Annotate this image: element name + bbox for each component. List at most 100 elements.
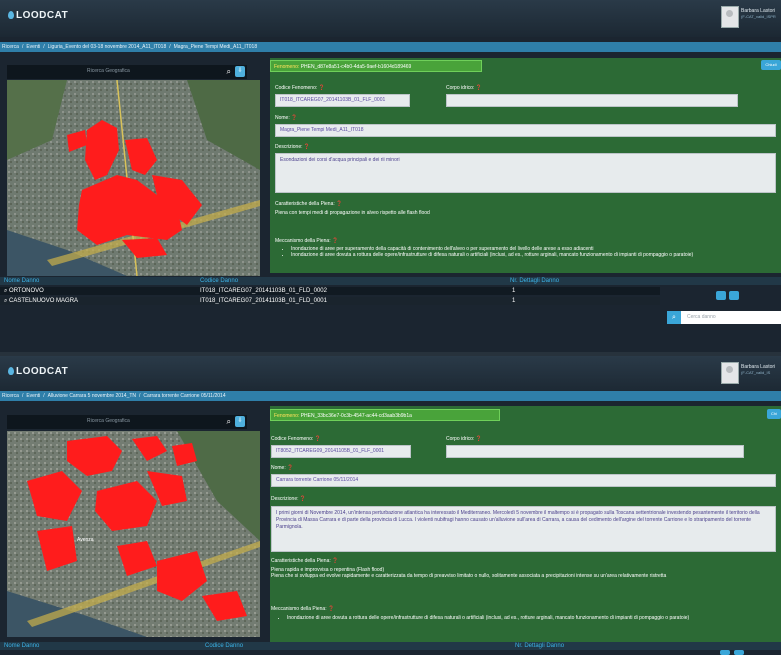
col-nr-dettagli[interactable]: Nr. Dettagli Danno xyxy=(515,642,564,650)
nome-label: Nome: ❓ xyxy=(271,465,294,471)
edit-icon[interactable] xyxy=(716,291,726,300)
breadcrumb-fenomeno: Carrara torrente Carrione 05/11/2014 xyxy=(143,393,226,399)
map-canvas[interactable]: Avenza xyxy=(7,431,260,637)
caratteristiche-values: Piena rapida e improvvisa o repentina (F… xyxy=(271,567,776,579)
logo-text: LOODCAT xyxy=(16,10,69,21)
meccanismo-list: Inondazione di aree dovuta a rottura del… xyxy=(271,615,776,621)
fenomeno-label: Fenomeno: xyxy=(274,413,300,419)
user-role: (F-CAT_valid_IS xyxy=(741,370,771,375)
map-label: Avenza xyxy=(77,537,94,543)
cell-codice: IT018_ITCAREG07_20141103B_01_FLD_0001 xyxy=(200,298,327,304)
breadcrumb-ricerca[interactable]: Ricerca xyxy=(2,44,19,50)
col-nome-danno[interactable]: Nome Danno xyxy=(4,642,39,650)
breadcrumb: Ricerca / Eventi / Liguria_Evento del 03-18 … xyxy=(0,42,781,52)
nome-field[interactable]: Magra_Piene Tempi Medi_A11_IT018 xyxy=(275,124,776,137)
close-button[interactable]: Chi xyxy=(767,409,781,419)
meccanismo-item: Inondazione di aree dovuta a rottura del… xyxy=(287,615,776,621)
caratteristiche-value: Piena che si sviluppa ed evolve rapidame… xyxy=(271,573,667,579)
breadcrumb-sep: / xyxy=(139,393,141,399)
map-view[interactable] xyxy=(7,80,260,276)
search-icon[interactable]: ⌕ xyxy=(227,417,231,427)
delete-icon[interactable] xyxy=(729,291,739,300)
fenomeno-id-bar: Fenomeno: PHEN_33bc36e7-0c3b-4547-ac44-c… xyxy=(270,409,500,421)
search-icon[interactable]: ⌕ xyxy=(227,67,231,77)
avatar xyxy=(721,6,739,28)
map-search-placeholder[interactable]: Ricerca Geografica xyxy=(87,418,130,424)
corpo-idrico-field[interactable] xyxy=(446,445,744,458)
download-icon[interactable]: ⇩ xyxy=(235,66,245,77)
download-icon[interactable]: ⇩ xyxy=(235,416,245,427)
map-view[interactable]: Avenza xyxy=(7,431,260,637)
user-menu[interactable]: Barbara Lastori (F-CAT_valid_IS xyxy=(711,362,781,386)
caratteristiche-label: Caratteristiche della Piena: ❓ xyxy=(275,201,343,207)
logo-text: LOODCAT xyxy=(16,366,69,377)
user-info: Barbara Lastori (F-CAT_valid_IS xyxy=(741,364,781,376)
breadcrumb-eventi[interactable]: Eventi xyxy=(26,393,40,399)
fenomeno-label: Fenomeno: xyxy=(274,64,300,70)
screenshot-bottom: LOODCAT Barbara Lastori (F-CAT_valid_IS R… xyxy=(0,356,781,655)
map-search-placeholder[interactable]: Ricerca Geografica xyxy=(87,68,130,74)
user-info: Barbara Lastori (F-CAT_valid_ISPR xyxy=(741,8,781,20)
table-row[interactable]: ⌕ ORTONOVO IT018_ITCAREG07_20141103B_01_… xyxy=(0,287,660,295)
corpo-idrico-field[interactable] xyxy=(446,94,738,107)
delete-icon[interactable] xyxy=(734,650,744,655)
meccanismo-list: Inondazione di aree per superamento dell… xyxy=(275,246,775,258)
drop-icon xyxy=(8,11,14,19)
descrizione-field[interactable]: Esondazioni dei corsi d'acqua principali… xyxy=(275,153,776,193)
drop-icon xyxy=(8,367,14,375)
map-search-bar[interactable]: Ricerca Geografica ⌕ ⇩ xyxy=(7,65,247,79)
corpo-idrico-label: Corpo idrico: ❓ xyxy=(446,85,482,91)
codice-fenomeno-field[interactable]: IT8052_ITCAREG09_20141105B_01_FLF_0001 xyxy=(271,445,411,458)
col-nr-dettagli[interactable]: Nr. Dettagli Danno xyxy=(510,277,559,285)
fenomeno-value: PHEN_33bc36e7-0c3b-4547-ac44-cd3aab3b9b1… xyxy=(300,413,412,419)
breadcrumb-sep: / xyxy=(43,44,45,50)
top-navbar: LOODCAT Barbara Lastori (F-CAT_valid_IS xyxy=(0,356,781,393)
nome-field[interactable]: Carrara torrente Carrione 05/11/2014 xyxy=(271,474,776,487)
table-header: Nome Danno Codice Danno Nr. Dettagli Dan… xyxy=(0,642,781,650)
descrizione-field[interactable]: I primi giorni di Novembre 2014, un'inte… xyxy=(271,506,776,552)
edit-icon[interactable] xyxy=(720,650,730,655)
user-role: (F-CAT_valid_ISPR xyxy=(741,14,776,19)
breadcrumb: Ricerca / Eventi / Alluvione Carrara 5 novem… xyxy=(0,391,781,401)
caratteristiche-label: Caratteristiche della Piena: ❓ xyxy=(271,558,339,564)
descrizione-label: Descrizione: ❓ xyxy=(271,496,307,502)
breadcrumb-sep: / xyxy=(21,393,24,399)
breadcrumb-fenomeno: Magra_Piene Tempi Medi_A11_IT018 xyxy=(173,44,258,50)
cerca-danno-input[interactable]: ⌕ Cerca danno xyxy=(667,311,781,324)
breadcrumb-eventi[interactable]: Eventi xyxy=(26,44,40,50)
cell-codice: IT018_ITCAREG07_20141103B_01_FLD_0002 xyxy=(200,288,327,294)
codice-fenomeno-field[interactable]: IT018_ITCAREG07_20141103B_01_FLF_0001 xyxy=(275,94,410,107)
avatar xyxy=(721,362,739,384)
breadcrumb-sep: / xyxy=(169,44,171,50)
table-header: Nome Danno Codice Danno Nr. Dettagli Dan… xyxy=(0,277,781,285)
breadcrumb-evento[interactable]: Liguria_Evento del 03-18 novembre 2014_A… xyxy=(48,44,167,50)
user-menu[interactable]: Barbara Lastori (F-CAT_valid_ISPR xyxy=(711,6,781,30)
fenomeno-id-bar: Fenomeno: PHEN_d87e8a51-c4b0-4da5-9aef-b… xyxy=(270,60,482,72)
meccanismo-label: Meccanismo della Piena: ❓ xyxy=(275,238,339,244)
meccanismo-label: Meccanismo della Piena: ❓ xyxy=(271,606,335,612)
col-nome-danno[interactable]: Nome Danno xyxy=(4,277,39,285)
cell-nr: 1 xyxy=(512,288,516,294)
breadcrumb-sep: / xyxy=(43,393,45,399)
cell-nome[interactable]: ⌕ ORTONOVO xyxy=(4,287,44,295)
breadcrumb-sep: / xyxy=(21,44,24,50)
table-row[interactable]: ⌕ CASTELNUOVO MAGRA IT018_ITCAREG07_2014… xyxy=(0,297,660,305)
codice-fenomeno-label: Codice Fenomeno: ❓ xyxy=(275,85,325,91)
map-search-bar[interactable]: Ricerca Geografica ⌕ ⇩ xyxy=(7,415,247,429)
cell-nome[interactable]: ⌕ CASTELNUOVO MAGRA xyxy=(4,297,78,305)
search-icon[interactable]: ⌕ xyxy=(667,311,681,324)
descrizione-label: Descrizione: ❓ xyxy=(275,144,311,150)
screenshot-top: LOODCAT Barbara Lastori (F-CAT_valid_ISPR… xyxy=(0,0,781,352)
col-codice-danno[interactable]: Codice Danno xyxy=(205,642,243,650)
breadcrumb-evento[interactable]: Alluvione Carrara 5 novembre 2014_TN xyxy=(48,393,136,399)
cerca-danno-placeholder[interactable]: Cerca danno xyxy=(687,314,716,320)
cell-nr: 1 xyxy=(512,298,516,304)
col-codice-danno[interactable]: Codice Danno xyxy=(200,277,238,285)
breadcrumb-ricerca[interactable]: Ricerca xyxy=(2,393,19,399)
map-canvas[interactable] xyxy=(7,80,260,276)
caratteristiche-value: Piena con tempi medi di propagazione in … xyxy=(275,210,430,216)
app-logo[interactable]: LOODCAT xyxy=(8,10,68,21)
close-button[interactable]: Chiudi xyxy=(761,60,781,70)
app-logo[interactable]: LOODCAT xyxy=(8,366,68,377)
fenomeno-value: PHEN_d87e8a51-c4b0-4da5-9aef-b1604d18946… xyxy=(300,64,412,70)
